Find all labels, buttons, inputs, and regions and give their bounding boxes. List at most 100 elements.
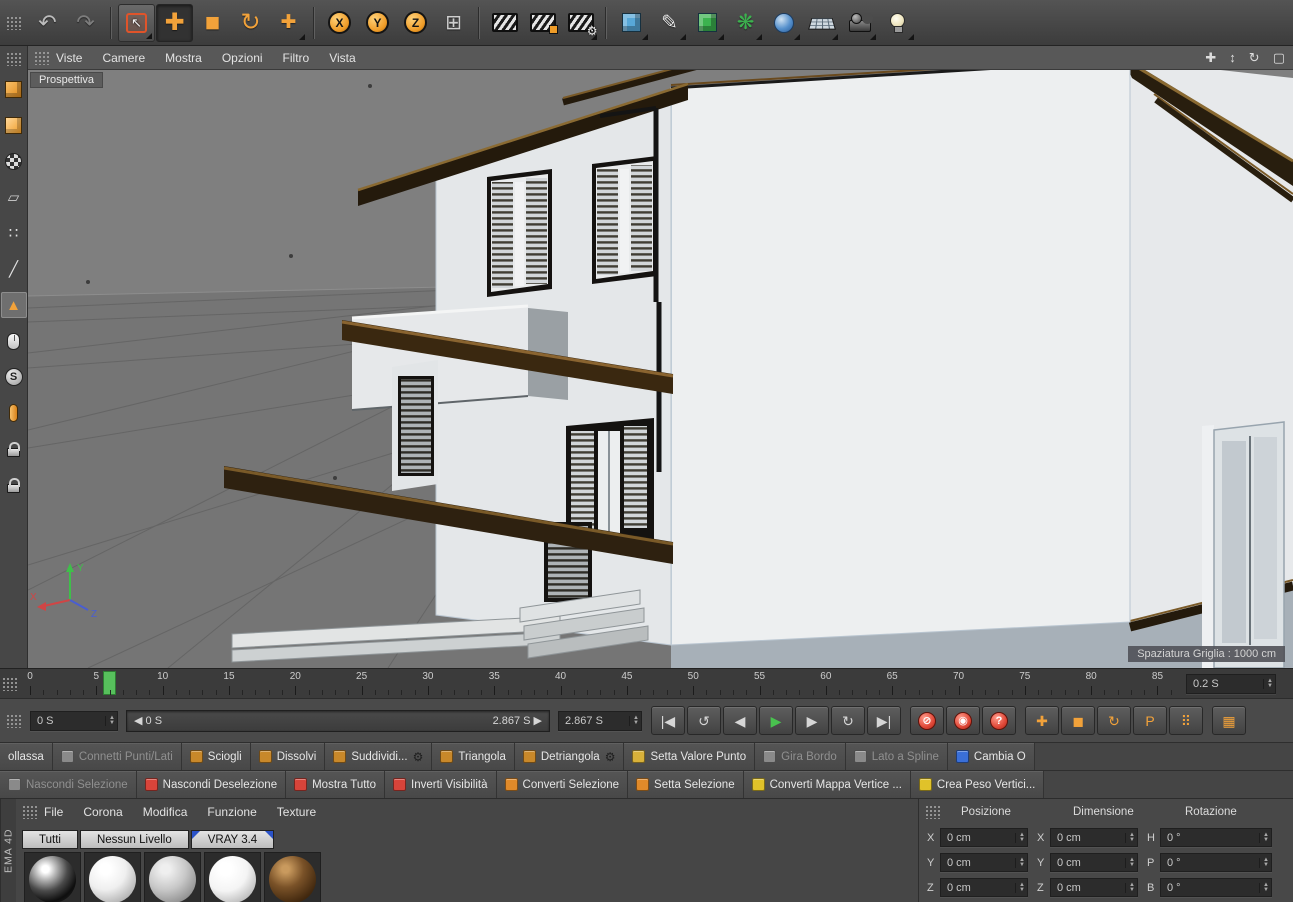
key-pla-button[interactable]: ⠿ (1169, 706, 1203, 735)
3d-scene[interactable]: Y X Z (28, 70, 1293, 668)
coordinate-field-y[interactable]: 0 cm ▲ ▼ (1050, 853, 1138, 872)
timeline-track[interactable]: 0 5 10 15 20 25 30 35 40 45 50 55 60 65 70 75 80 85 (24, 669, 1178, 698)
lock-x-axis-button[interactable]: X (321, 4, 358, 42)
move-tool-button[interactable]: ✚ (156, 3, 193, 42)
floor-button[interactable] (803, 4, 840, 42)
render-view-button[interactable] (486, 4, 523, 42)
render-settings-button[interactable]: ⚙ (562, 4, 599, 42)
timeline-zoom-field[interactable]: 0.2 S ▲ ▼ (1186, 673, 1276, 694)
command-converti-mappa-vertice[interactable]: Converti Mappa Vertice ... (743, 771, 911, 798)
goto-start-button[interactable]: |◀ (651, 706, 685, 735)
viewport-menu-opzioni[interactable]: Opzioni (222, 51, 263, 65)
keying-help-button[interactable]: ? (982, 706, 1016, 735)
workplane-mode-button[interactable]: ▱ (1, 184, 27, 210)
animation-mode-button[interactable] (1, 328, 27, 354)
make-editable-button[interactable] (1, 76, 27, 102)
material-menu-corona[interactable]: Corona (83, 805, 122, 819)
coordinate-field-z[interactable]: 0 cm ▲ ▼ (1050, 878, 1138, 897)
viewport-menu-camere[interactable]: Camere (102, 51, 145, 65)
scale-tool-button[interactable]: ◼ (194, 4, 231, 42)
coordinate-field-h[interactable]: 0 ° ▲ ▼ (1160, 828, 1272, 847)
spinner-icon[interactable]: ▲ ▼ (1259, 832, 1269, 843)
light-button[interactable] (879, 4, 916, 42)
palette-handle-icon[interactable] (34, 50, 50, 65)
deformers-button[interactable]: ❋ (727, 4, 764, 42)
spinner-icon[interactable]: ▲ ▼ (1259, 882, 1269, 893)
command-options-gear-icon[interactable]: ⚙ (413, 750, 424, 764)
command-ollassa[interactable]: ollassa (0, 743, 53, 770)
coordinate-field-x[interactable]: 0 cm ▲ ▼ (1050, 828, 1138, 847)
coordinate-field-b[interactable]: 0 ° ▲ ▼ (1160, 878, 1272, 897)
pan-view-icon[interactable]: ✚ (1205, 51, 1216, 64)
material-thumbnail-4[interactable] (204, 852, 261, 902)
spinner-icon[interactable]: ▲ ▼ (1125, 832, 1135, 843)
undo-button[interactable]: ↶ (29, 4, 66, 42)
add-primitive-cube-button[interactable] (613, 4, 650, 42)
add-spline-pen-button[interactable]: ✎ (651, 4, 688, 42)
render-picture-viewer-button[interactable] (524, 4, 561, 42)
spinner-icon[interactable]: ▲ ▼ (1015, 857, 1025, 868)
command-setta-selezione[interactable]: Setta Selezione (628, 771, 744, 798)
key-position-button[interactable]: ✚ (1025, 706, 1059, 735)
command-mostra-tutto[interactable]: Mostra Tutto (286, 771, 386, 798)
lock-view-button[interactable] (1, 472, 27, 498)
layer-tab-nessun-livello[interactable]: Nessun Livello (79, 830, 189, 849)
material-menu-funzione[interactable]: Funzione (207, 805, 256, 819)
rotate-view-icon[interactable]: ↻ (1249, 51, 1260, 64)
coordinate-field-z[interactable]: 0 cm ▲ ▼ (940, 878, 1028, 897)
command-converti-selezione[interactable]: Converti Selezione (496, 771, 629, 798)
next-frame-button[interactable]: ▶ (795, 706, 829, 735)
key-rotation-button[interactable]: ↻ (1097, 706, 1131, 735)
duration-field[interactable]: 2.867 S ▲ ▼ (558, 710, 642, 731)
texture-mode-button[interactable] (1, 148, 27, 174)
command-dissolvi[interactable]: Dissolvi (250, 743, 326, 770)
spinner-icon[interactable]: ▲ ▼ (629, 715, 639, 726)
autokey-button[interactable]: ◉ (946, 706, 980, 735)
points-mode-button[interactable]: ∷ (1, 220, 27, 246)
command-triangola[interactable]: Triangola (432, 743, 515, 770)
viewport-menu-vista[interactable]: Vista (329, 51, 355, 65)
coordinate-field-x[interactable]: 0 cm ▲ ▼ (940, 828, 1028, 847)
play-backward-button[interactable]: ↺ (687, 706, 721, 735)
command-sciogli[interactable]: Sciogli (181, 743, 251, 770)
command-inverti-visibilit[interactable]: Inverti Visibilità (385, 771, 497, 798)
material-menu-texture[interactable]: Texture (277, 805, 316, 819)
material-menu-file[interactable]: File (44, 805, 63, 819)
spinner-icon[interactable]: ▲ ▼ (1015, 882, 1025, 893)
edges-mode-button[interactable]: ╱ (1, 256, 27, 282)
snap-toggle-button[interactable]: S (1, 364, 27, 390)
command-options-gear-icon[interactable]: ⚙ (605, 750, 616, 764)
material-menu-modifica[interactable]: Modifica (143, 805, 188, 819)
goto-end-button[interactable]: ▶| (867, 706, 901, 735)
material-thumbnail-2[interactable] (84, 852, 141, 902)
lock-z-axis-button[interactable]: Z (397, 4, 434, 42)
spinner-icon[interactable]: ▲ ▼ (1125, 882, 1135, 893)
key-scale-button[interactable]: ◼ (1061, 706, 1095, 735)
palette-handle-icon[interactable] (2, 676, 18, 691)
coordinate-system-button[interactable]: ⊞ (435, 4, 472, 42)
spinner-icon[interactable]: ▲ ▼ (1015, 832, 1025, 843)
spinner-icon[interactable]: ▲ ▼ (1263, 678, 1273, 689)
material-thumbnail-5[interactable] (264, 852, 321, 902)
redo-button[interactable]: ↷ (67, 4, 104, 42)
camera-button[interactable] (841, 4, 878, 42)
palette-handle-icon[interactable] (6, 15, 22, 30)
environment-button[interactable] (765, 4, 802, 42)
key-parameter-button[interactable]: P (1133, 706, 1167, 735)
command-suddividi[interactable]: Suddividi... ⚙ (325, 743, 433, 770)
lock-y-axis-button[interactable]: Y (359, 4, 396, 42)
layer-tab-vray-3-4[interactable]: VRAY 3.4 (190, 830, 275, 849)
polygons-mode-button[interactable]: ▲ (0, 292, 27, 318)
material-thumbnail-3[interactable] (144, 852, 201, 902)
spinner-icon[interactable]: ▲ ▼ (105, 715, 115, 726)
viewport-menu-viste[interactable]: Viste (56, 51, 82, 65)
spinner-icon[interactable]: ▲ ▼ (1259, 857, 1269, 868)
spinner-icon[interactable]: ▲ ▼ (1125, 857, 1135, 868)
play-forward-button[interactable]: ▶ (759, 706, 793, 735)
generators-button[interactable] (689, 4, 726, 42)
command-detriangola[interactable]: Detriangola ⚙ (514, 743, 625, 770)
layer-tab-tutti[interactable]: Tutti (22, 830, 78, 849)
command-crea-peso-vertici[interactable]: Crea Peso Vertici... (910, 771, 1045, 798)
palette-handle-icon[interactable] (22, 805, 38, 819)
palette-handle-icon[interactable] (925, 805, 941, 819)
